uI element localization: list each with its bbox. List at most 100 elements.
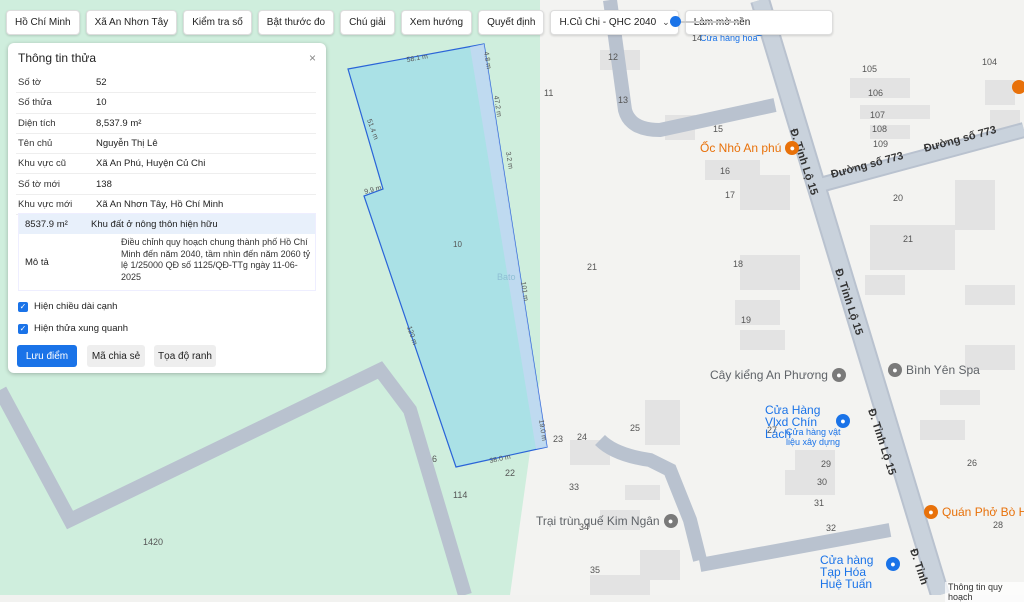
poi-label: Ốc Nhỏ An phú xyxy=(700,141,782,155)
breadcrumb-commune[interactable]: Xã An Nhơn Tây xyxy=(85,10,178,35)
checkbox-label: Hiện chiều dài cạnh xyxy=(34,301,118,312)
restaurant-icon: ● xyxy=(785,141,800,155)
restaurant-icon: ● xyxy=(924,505,938,519)
map-attribution[interactable]: Thông tin quy hoạch xyxy=(945,582,1024,602)
poi-cay-kieng[interactable]: Cây kiểng An Phương ● xyxy=(710,368,846,382)
land-area: 8537.9 m² xyxy=(25,218,68,230)
parcel-label: 31 xyxy=(814,498,825,508)
legend-button[interactable]: Chú giải xyxy=(340,10,395,35)
row-value: Xã An Phú, Huyện Củ Chi xyxy=(94,153,316,175)
show-surrounding-parcels-checkbox[interactable]: ✓ Hiện thửa xung quanh xyxy=(18,323,128,334)
parcel-label: 16 xyxy=(720,166,731,176)
poi-pho-bo[interactable]: ● Quán Phở Bò Hà N xyxy=(924,505,1024,519)
close-icon[interactable]: × xyxy=(309,51,316,65)
parcel-label: 6 xyxy=(432,454,438,464)
table-row: Tên chủ Nguyễn Thị Lê xyxy=(16,133,316,155)
parcel-info-table: Số tờ 52 Số thửa 10 Diện tích 8,537.9 m² Tê… xyxy=(16,73,316,216)
poi-tap-hoa[interactable]: Cửa hàng Tạp Hóa Huệ Tuấn xyxy=(820,554,884,590)
plan-select[interactable]: H.Củ Chi - QHC 2040 ⌄ xyxy=(550,10,679,35)
parcel-label: 106 xyxy=(868,88,884,98)
land-description: Điều chỉnh quy hoạch chung thành phố Hồ … xyxy=(121,237,311,282)
parcel-number: 10 xyxy=(453,240,462,249)
parcel-label: 109 xyxy=(873,139,889,149)
parcel-label: 19 xyxy=(741,315,752,325)
parcel-label: 33 xyxy=(569,482,580,492)
check-number-button[interactable]: Kiểm tra số xyxy=(183,10,252,35)
table-row: Số thửa 10 xyxy=(16,92,316,114)
parcel-label: 22 xyxy=(505,468,516,478)
poi-label: Bình Yên Spa xyxy=(906,363,980,377)
checkbox-checked-icon: ✓ xyxy=(18,301,28,312)
parcel-label: 26 xyxy=(967,458,978,468)
parcel-label: 108 xyxy=(872,124,888,134)
place-icon: ● xyxy=(663,514,678,528)
share-code-button[interactable]: Mã chia sẻ xyxy=(87,345,145,367)
parcel-info-panel: Thông tin thửa × Số tờ 52 Số thửa 10 Diện … xyxy=(8,43,326,373)
row-key: Khu vực mới xyxy=(16,194,94,216)
poi-binh-yen-spa[interactable]: ● Bình Yên Spa xyxy=(888,363,980,377)
plan-select-value: H.Củ Chi - QHC 2040 xyxy=(559,17,657,28)
dim-slider-handle[interactable] xyxy=(670,16,681,27)
checkbox-checked-icon: ✓ xyxy=(18,323,28,334)
parcel-label: 24 xyxy=(577,432,588,442)
row-key: Số thửa xyxy=(16,92,94,114)
parcel-label: 20 xyxy=(893,193,904,203)
land-type: Khu đất ở nông thôn hiện hữu xyxy=(91,218,218,230)
parcel-label: 11 xyxy=(544,88,554,98)
parcel-label: 12 xyxy=(608,52,619,62)
parcel-label: 21 xyxy=(903,234,914,244)
boundary-coords-button[interactable]: Tọa độ ranh xyxy=(154,345,216,367)
parcel-label: 21 xyxy=(587,262,598,272)
decision-button[interactable]: Quyết định xyxy=(478,10,545,35)
table-row: Diện tích 8,537.9 m² xyxy=(16,113,316,134)
parcel-label: 23 xyxy=(553,434,564,444)
row-key: Diện tích xyxy=(16,113,94,134)
parcel-label: 104 xyxy=(982,57,998,67)
parcel-label: 30 xyxy=(817,477,828,487)
desc-label: Mô tả xyxy=(25,256,49,268)
row-key: Khu vực cũ xyxy=(16,153,94,175)
show-edge-lengths-checkbox[interactable]: ✓ Hiện chiều dài cạnh xyxy=(18,301,117,312)
breadcrumb-city[interactable]: Hồ Chí Minh xyxy=(6,10,80,35)
row-key: Tên chủ xyxy=(16,133,94,155)
table-row: Khu vực cũ Xã An Phú, Huyện Củ Chi xyxy=(16,153,316,175)
ruler-toggle-button[interactable]: Bật thước đo xyxy=(257,10,335,35)
row-value: Xã An Nhơn Tây, Hồ Chí Minh xyxy=(94,194,316,216)
spa-icon: ● xyxy=(888,363,902,377)
parcel-label: 25 xyxy=(630,423,641,433)
row-key: Số tờ mới xyxy=(16,173,94,195)
parcel-label: 35 xyxy=(590,565,601,575)
parcel-label: 32 xyxy=(826,523,837,533)
row-value: 10 xyxy=(94,92,316,114)
restaurant-icon xyxy=(1012,80,1024,94)
poi-trai-trun[interactable]: Trại trùn quế Kim Ngân ● xyxy=(536,514,678,528)
row-value: 8,537.9 m² xyxy=(94,113,316,134)
row-value: 138 xyxy=(94,173,316,195)
row-value: 52 xyxy=(94,73,316,94)
view-direction-button[interactable]: Xem hướng xyxy=(400,10,473,35)
parcel-label: 13 xyxy=(618,95,629,105)
parcel-label: 105 xyxy=(862,64,878,74)
panel-title: Thông tin thửa xyxy=(18,51,97,65)
poi-label: Quán Phở Bò Hà N xyxy=(942,505,1024,519)
parcel-label: 114 xyxy=(453,490,468,500)
parcel-label: 28 xyxy=(993,520,1004,530)
poi-subtitle: Cửa hàng vật liệu xây dựng xyxy=(786,427,841,447)
parcel-label: 1420 xyxy=(143,537,164,547)
place-icon: ● xyxy=(831,368,846,382)
shop-icon: ● xyxy=(886,557,900,571)
land-use-box: 8537.9 m² Khu đất ở nông thôn hiện hữu M… xyxy=(18,213,316,291)
table-row: Số tờ mới 138 xyxy=(16,173,316,195)
shop-icon: ● xyxy=(836,414,850,428)
save-point-button[interactable]: Lưu điểm xyxy=(17,345,77,367)
poi-label: Cây kiểng An Phương xyxy=(710,368,828,382)
poi-label: Trại trùn quế Kim Ngân xyxy=(536,514,660,528)
parcel-label: 18 xyxy=(733,259,744,269)
parcel-label: 107 xyxy=(870,110,886,120)
chevron-down-icon: ⌄ xyxy=(662,17,670,27)
poi-oc-nho[interactable]: Ốc Nhỏ An phú ● xyxy=(700,141,800,155)
table-row: Số tờ 52 xyxy=(16,73,316,94)
row-value: Nguyễn Thị Lê xyxy=(94,133,316,155)
table-row: Khu vực mới Xã An Nhơn Tây, Hồ Chí Minh xyxy=(16,194,316,216)
parcel-label: 15 xyxy=(713,124,724,134)
